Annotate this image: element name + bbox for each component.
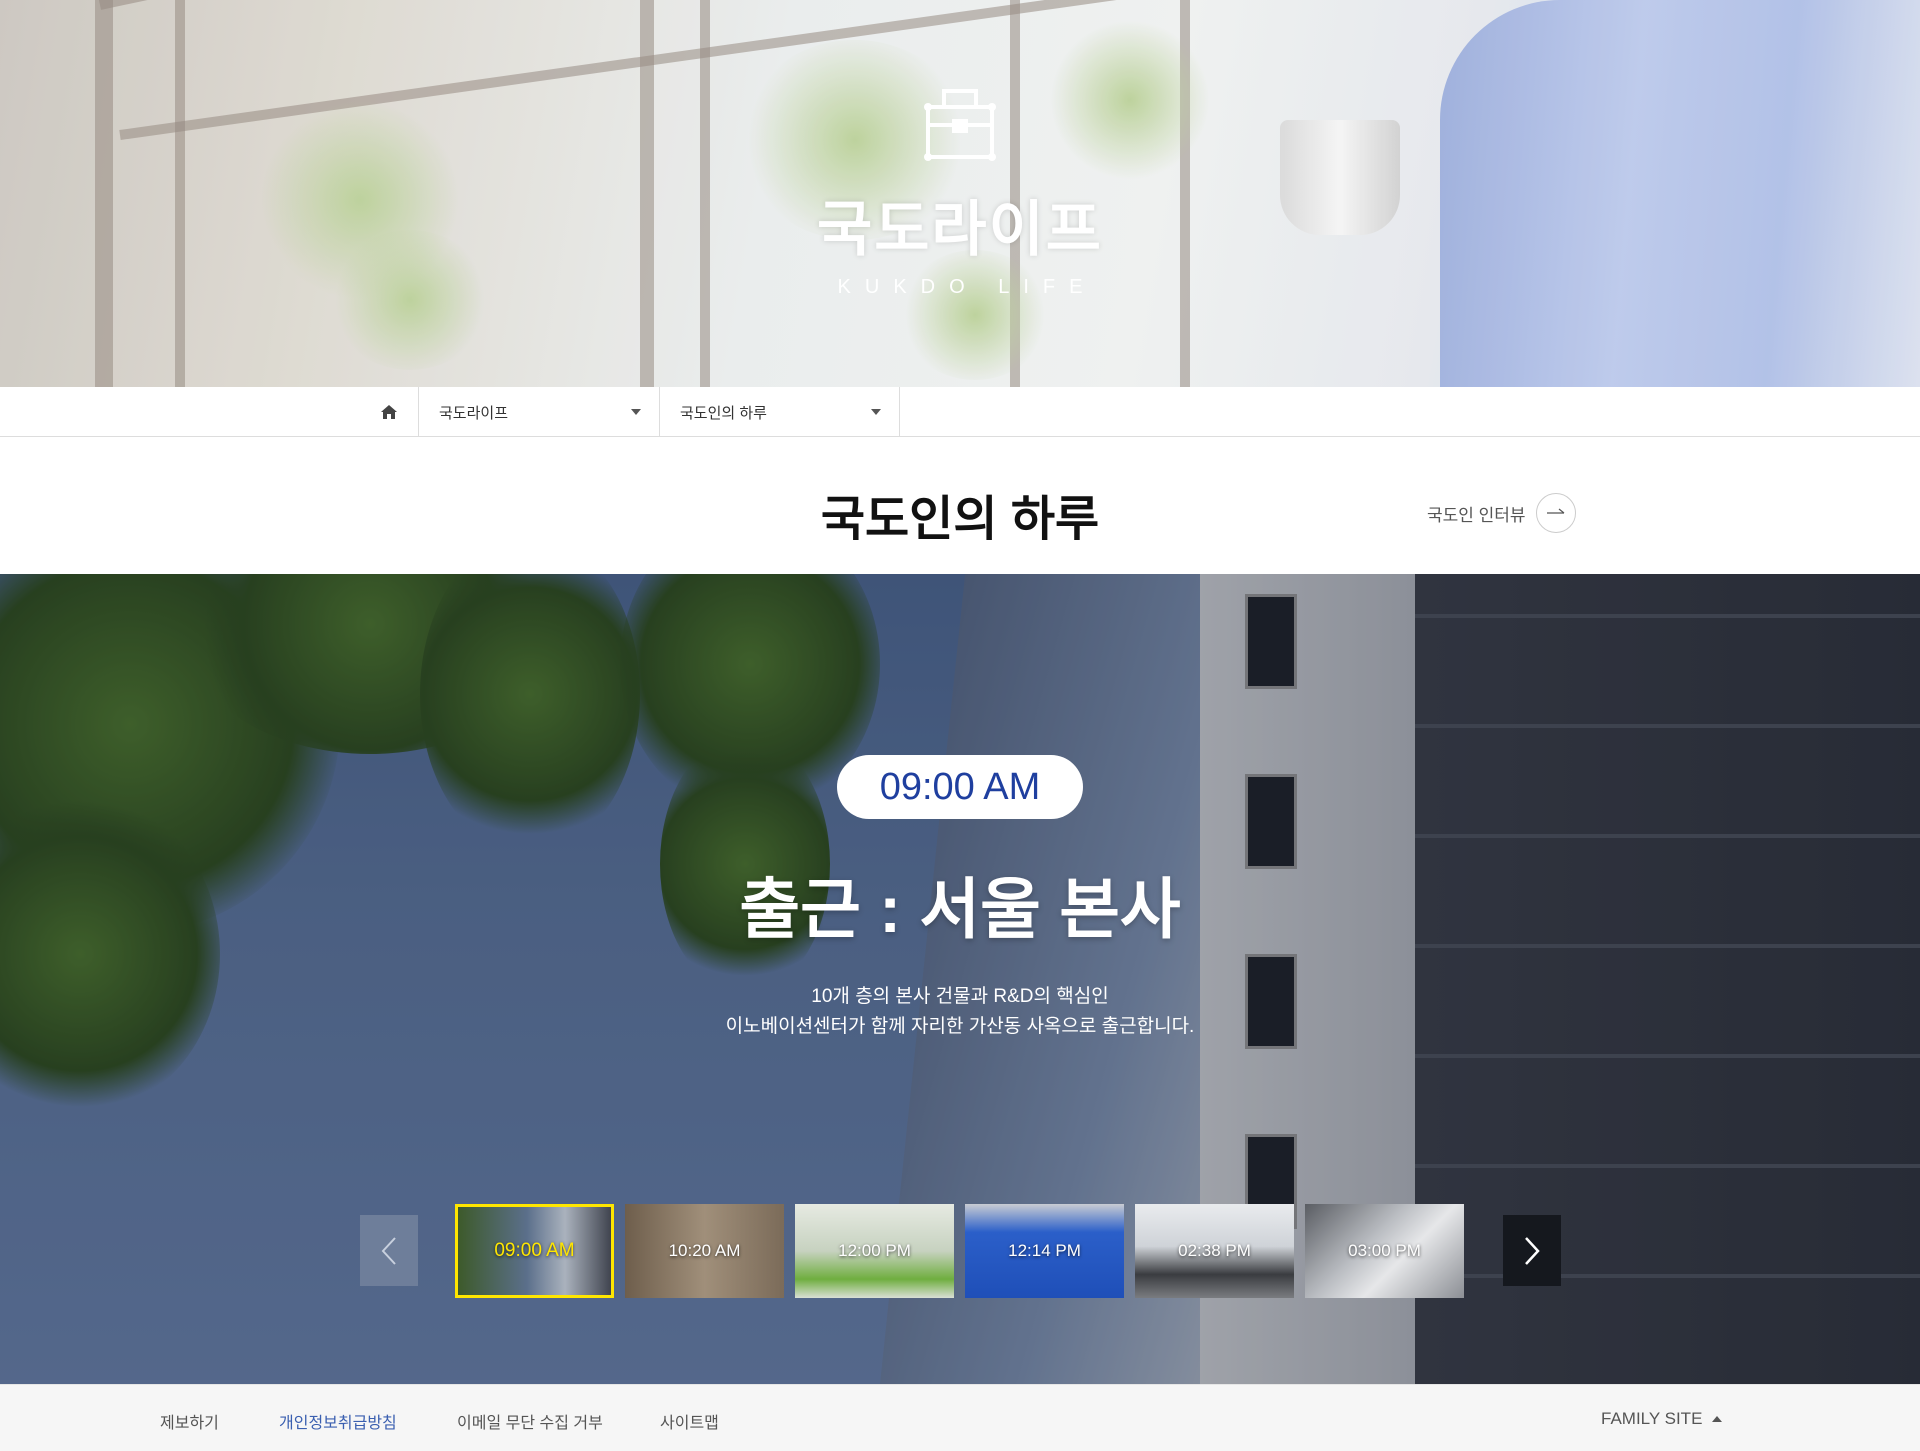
footer-link-sitemap[interactable]: 사이트맵 (660, 1409, 719, 1433)
interview-link[interactable]: 국도인 인터뷰 (1427, 493, 1576, 533)
thumb-0300[interactable]: 03:00 PM (1305, 1204, 1464, 1298)
footer-link-report[interactable]: 제보하기 (160, 1409, 219, 1433)
thumb-label: 12:00 PM (838, 1241, 911, 1260)
interview-link-label: 국도인 인터뷰 (1427, 505, 1526, 525)
thumb-label: 12:14 PM (1008, 1241, 1081, 1260)
page-header: 국도인의 하루 국도인 인터뷰 (0, 437, 1920, 574)
time-thumbnail-strip: 09:00 AM 10:20 AM 12:00 PM 12:14 PM 02:3… (455, 1204, 1464, 1298)
hero-subtitle: KUKDO LIFE (837, 276, 1097, 298)
footer: 제보하기 개인정보취급방침 이메일 무단 수집 거부 사이트맵 FAMILY S… (0, 1384, 1920, 1451)
breadcrumb-menu2-label: 국도인의 하루 (680, 404, 767, 422)
footer-link-email-refusal[interactable]: 이메일 무단 수집 거부 (457, 1409, 603, 1433)
thumb-label: 09:00 AM (494, 1240, 575, 1261)
caret-up-icon (1712, 1416, 1723, 1422)
prev-slide-button[interactable] (360, 1215, 418, 1286)
thumb-1200[interactable]: 12:00 PM (795, 1204, 954, 1298)
thumb-label: 10:20 AM (668, 1241, 741, 1260)
thumb-1214[interactable]: 12:14 PM (965, 1204, 1124, 1298)
breadcrumb-select-menu2[interactable]: 국도인의 하루 (659, 387, 900, 437)
page-title: 국도인의 하루 (820, 493, 1100, 546)
slide-description: 10개 층의 본사 건물과 R&D의 핵심인 이노베이션센터가 함께 자리한 가… (0, 982, 1920, 1042)
hero-banner: 국도라이프 KUKDO LIFE (0, 0, 1920, 387)
thumb-0238[interactable]: 02:38 PM (1135, 1204, 1294, 1298)
home-icon (381, 405, 397, 419)
arrow-right-icon (1535, 493, 1576, 533)
thumb-label: 03:00 PM (1348, 1241, 1421, 1260)
breadcrumb: 국도라이프 국도인의 하루 (0, 387, 1920, 437)
slide-title: 출근 : 서울 본사 (739, 872, 1181, 946)
slide-desc-line2: 이노베이션센터가 함께 자리한 가산동 사옥으로 출근합니다. (725, 1016, 1195, 1037)
slide-time-badge: 09:00 AM (837, 755, 1083, 819)
chevron-down-icon (631, 409, 641, 415)
thumb-label: 02:38 PM (1178, 1241, 1251, 1260)
thumb-0900[interactable]: 09:00 AM (455, 1204, 614, 1298)
family-site-label: FAMILY SITE (1601, 1409, 1703, 1428)
hero-title: 국도라이프 (817, 196, 1103, 263)
day-slide: 09:00 AM 출근 : 서울 본사 10개 층의 본사 건물과 R&D의 핵… (0, 574, 1920, 1384)
chevron-right-icon (1525, 1236, 1540, 1265)
family-site-toggle[interactable]: FAMILY SITE (1601, 1409, 1723, 1429)
slide-desc-line1: 10개 층의 본사 건물과 R&D의 핵심인 (811, 986, 1109, 1007)
home-button[interactable] (360, 387, 418, 437)
breadcrumb-menu1-label: 국도라이프 (439, 404, 509, 422)
next-slide-button[interactable] (1503, 1215, 1561, 1286)
chevron-down-icon (871, 409, 881, 415)
chevron-left-icon (381, 1236, 396, 1265)
footer-link-privacy[interactable]: 개인정보취급방침 (279, 1409, 397, 1433)
breadcrumb-select-menu1[interactable]: 국도라이프 (418, 387, 659, 437)
briefcase-logo-icon (924, 89, 996, 161)
thumb-1020[interactable]: 10:20 AM (625, 1204, 784, 1298)
